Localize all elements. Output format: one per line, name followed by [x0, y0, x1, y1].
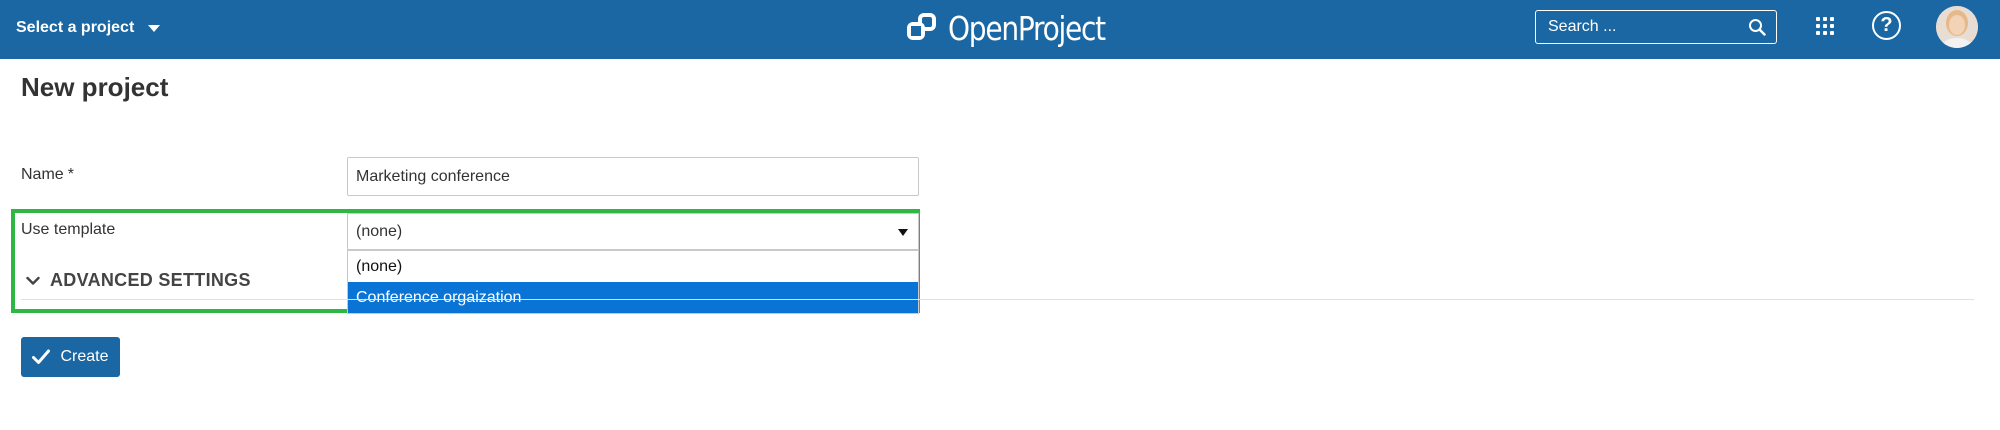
avatar[interactable] — [1936, 6, 1978, 48]
advanced-settings-label: ADVANCED SETTINGS — [50, 270, 251, 290]
chevron-down-icon — [26, 276, 40, 285]
template-select[interactable]: (none) — [347, 213, 919, 250]
name-label-text: Name — [21, 166, 64, 183]
project-select-label: Select a project — [16, 18, 135, 36]
page-title: New project — [21, 72, 169, 102]
search-input[interactable] — [1546, 17, 1748, 37]
openproject-logo[interactable]: OpenProject — [906, 8, 1133, 48]
dropdown-arrow-icon — [898, 229, 908, 236]
top-header: Select a project OpenProject ? — [0, 0, 2000, 59]
help-icon[interactable]: ? — [1872, 11, 1901, 40]
advanced-settings-toggle[interactable]: ADVANCED SETTINGS — [26, 270, 251, 291]
project-select[interactable]: Select a project — [16, 0, 161, 55]
search-box[interactable] — [1535, 10, 1777, 44]
grid-icon[interactable] — [1816, 17, 1834, 35]
create-button-label: Create — [60, 348, 109, 365]
template-dropdown-list: (none) Conference orgaization — [347, 250, 919, 314]
section-divider — [21, 299, 1974, 300]
search-icon[interactable] — [1748, 18, 1766, 36]
name-input[interactable] — [347, 157, 919, 196]
logo-icon — [907, 13, 936, 40]
required-marker: * — [67, 166, 74, 183]
chevron-down-icon — [148, 25, 161, 32]
template-select-value: (none) — [356, 222, 403, 240]
check-icon — [32, 349, 51, 364]
template-label: Use template — [21, 221, 116, 238]
name-label: Name * — [21, 166, 74, 184]
template-option-none[interactable]: (none) — [348, 251, 918, 282]
create-button[interactable]: Create — [21, 337, 120, 377]
logo-text: OpenProject — [948, 8, 1106, 48]
template-option-conference[interactable]: Conference orgaization — [348, 282, 918, 313]
